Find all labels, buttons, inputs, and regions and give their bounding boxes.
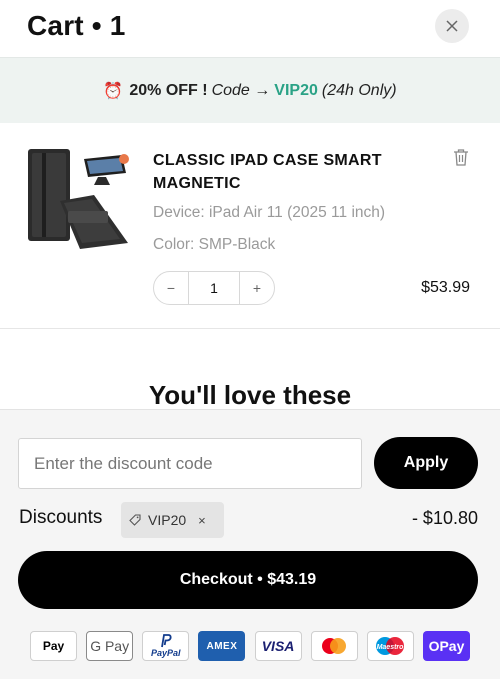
payment-methods: Pay G Pay PayPal AMEX VISA Maestro OPay [30,631,470,661]
mastercard-icon [310,631,358,661]
promo-duration: (24h Only) [321,81,397,99]
cart-header: Cart • 1 [0,0,500,56]
apple-pay-text: Pay [42,639,65,653]
maestro-icon: Maestro [366,631,414,661]
cart-footer: Apply Discounts VIP20 × - $10.80 Checkou… [0,409,500,679]
mastercard-circles-icon [322,638,347,654]
increase-quantity-button[interactable]: + [240,272,274,304]
cart-item: CLASSIC IPAD CASE SMART MAGNETIC Device:… [0,123,500,329]
trash-icon[interactable] [453,148,469,166]
tag-icon [129,514,141,526]
close-button[interactable] [435,9,469,43]
applied-discount-tag: VIP20 × [121,502,224,538]
cart-title: Cart • 1 [27,10,126,41]
checkout-button[interactable]: Checkout • $43.19 [18,551,478,609]
product-device: Device: iPad Air 11 (2025 11 inch) [153,204,386,221]
applied-discount-code: VIP20 [148,512,187,528]
paypal-icon: PayPal [142,631,190,661]
discount-amount: - $10.80 [411,508,478,528]
promo-code: VIP20 [274,81,318,99]
maestro-text: Maestro [377,644,405,651]
maestro-circles-icon: Maestro [376,637,405,655]
apply-button[interactable]: Apply [374,437,478,489]
alarm-clock-icon: ⏰ [103,82,124,100]
product-image[interactable] [24,145,134,251]
product-name[interactable]: CLASSIC IPAD CASE SMART MAGNETIC [153,149,423,195]
opay-icon: OPay [422,631,470,661]
google-pay-icon: G Pay [86,631,134,661]
quantity-stepper: − 1 + [153,271,275,305]
paypal-text: PayPal [151,648,181,658]
apple-pay-icon: Pay [30,631,77,661]
decrease-quantity-button[interactable]: − [154,272,188,304]
recommendations-heading: You'll love these [148,380,352,410]
promo-code-label: Code → [211,81,271,99]
visa-icon: VISA [254,631,302,661]
promo-offer: 20% OFF ! [129,81,208,99]
paypal-logo-icon [160,634,172,648]
product-color: Color: SMP-Black [153,236,276,253]
close-icon [446,20,458,32]
quantity-value[interactable]: 1 [188,272,240,304]
item-price: $53.99 [421,279,470,296]
discounts-label: Discounts [19,507,103,528]
promo-banner: ⏰ 20% OFF ! Code → VIP20 (24h Only) [0,57,500,123]
discount-code-input[interactable] [18,438,362,489]
remove-discount-button[interactable]: × [198,513,206,528]
amex-icon: AMEX [198,631,246,661]
